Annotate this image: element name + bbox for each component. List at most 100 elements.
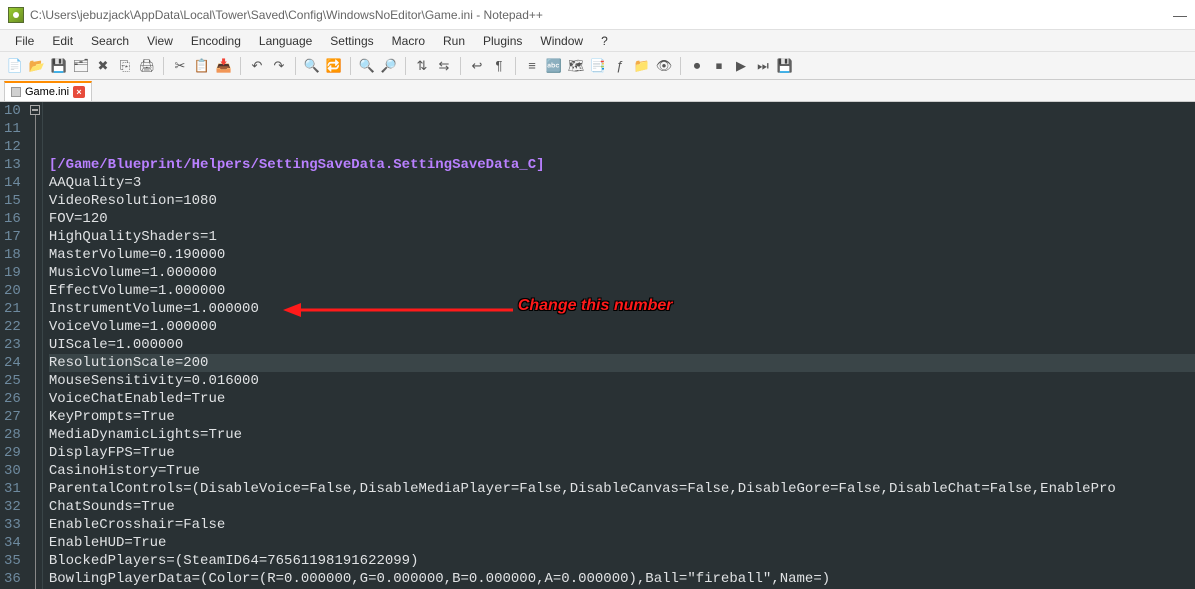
zoom-in-icon[interactable]: 🔍 (358, 57, 376, 75)
menu-window[interactable]: Window (531, 31, 592, 51)
play-icon[interactable]: ▶ (732, 57, 750, 75)
editor[interactable]: 1011121314151617181920212223242526272829… (0, 102, 1195, 589)
line-number: 32 (4, 498, 21, 516)
menu-search[interactable]: Search (82, 31, 138, 51)
toolbar-separator (405, 57, 406, 75)
code-line[interactable]: InstrumentVolume=1.000000 (49, 300, 1195, 318)
menu-plugins[interactable]: Plugins (474, 31, 531, 51)
zoom-out-icon[interactable]: 🔎 (380, 57, 398, 75)
menu-encoding[interactable]: Encoding (182, 31, 250, 51)
ud-lang-icon[interactable]: 🔤 (545, 57, 563, 75)
play-multi-icon[interactable]: ⏭ (754, 57, 772, 75)
menu-settings[interactable]: Settings (321, 31, 382, 51)
doc-list-icon[interactable]: 📑 (589, 57, 607, 75)
line-number: 10 (4, 102, 21, 120)
all-chars-icon[interactable]: ¶ (490, 57, 508, 75)
line-number: 30 (4, 462, 21, 480)
code-area[interactable]: [/Game/Blueprint/Helpers/SettingSaveData… (43, 102, 1195, 589)
file-icon (11, 87, 21, 97)
code-line[interactable]: MouseSensitivity=0.016000 (49, 372, 1195, 390)
open-icon[interactable]: 📂 (28, 57, 46, 75)
line-number: 26 (4, 390, 21, 408)
toolbar-separator (680, 57, 681, 75)
new-icon[interactable]: 📄 (6, 57, 24, 75)
code-line[interactable]: ParentalControls=(DisableVoice=False,Dis… (49, 480, 1195, 498)
doc-map-icon[interactable]: 🗺 (567, 57, 585, 75)
toolbar: 📄📂💾🗂✖⎘🖨✂📋📥↶↷🔍🔁🔍🔎⇅⇆↩¶≡🔤🗺📑ƒ📁👁⏺⏹▶⏭💾 (0, 52, 1195, 80)
menubar: FileEditSearchViewEncodingLanguageSettin… (0, 30, 1195, 52)
code-line[interactable]: HighQualityShaders=1 (49, 228, 1195, 246)
code-line[interactable]: BowlingPlayerData=(Color=(R=0.000000,G=0… (49, 570, 1195, 588)
line-number: 36 (4, 570, 21, 588)
code-line[interactable]: VoiceVolume=1.000000 (49, 318, 1195, 336)
line-number: 16 (4, 210, 21, 228)
menu-macro[interactable]: Macro (383, 31, 434, 51)
toolbar-separator (163, 57, 164, 75)
code-line[interactable]: CasinoHistory=True (49, 462, 1195, 480)
menu-file[interactable]: File (6, 31, 43, 51)
sync-h-icon[interactable]: ⇆ (435, 57, 453, 75)
code-line[interactable]: MasterVolume=0.190000 (49, 246, 1195, 264)
fold-column (29, 102, 43, 589)
fold-line (35, 115, 36, 589)
minimize-button[interactable]: — (1173, 7, 1187, 23)
close-all-icon[interactable]: ⎘ (116, 57, 134, 75)
find-icon[interactable]: 🔍 (303, 57, 321, 75)
code-line[interactable]: MediaDynamicLights=True (49, 426, 1195, 444)
paste-icon[interactable]: 📥 (215, 57, 233, 75)
menu-edit[interactable]: Edit (43, 31, 82, 51)
close-tab-icon[interactable]: × (73, 86, 85, 98)
line-number: 29 (4, 444, 21, 462)
code-line[interactable]: KeyPrompts=True (49, 408, 1195, 426)
save-all-icon[interactable]: 🗂 (72, 57, 90, 75)
toolbar-separator (460, 57, 461, 75)
code-line[interactable]: ResolutionScale=200 (49, 354, 1195, 372)
indent-guide-icon[interactable]: ≡ (523, 57, 541, 75)
menu-run[interactable]: Run (434, 31, 474, 51)
toolbar-separator (295, 57, 296, 75)
wordwrap-icon[interactable]: ↩ (468, 57, 486, 75)
print-icon[interactable]: 🖨 (138, 57, 156, 75)
fold-toggle-icon[interactable] (30, 105, 40, 115)
line-number: 25 (4, 372, 21, 390)
record-icon[interactable]: ⏺ (688, 57, 706, 75)
menu-view[interactable]: View (138, 31, 182, 51)
code-line[interactable]: VideoResolution=1080 (49, 192, 1195, 210)
line-number: 34 (4, 534, 21, 552)
code-line[interactable]: FOV=120 (49, 210, 1195, 228)
tab-label: Game.ini (25, 86, 69, 98)
code-line[interactable]: BlockedPlayers=(SteamID64=76561198191622… (49, 552, 1195, 570)
undo-icon[interactable]: ↶ (248, 57, 266, 75)
func-list-icon[interactable]: ƒ (611, 57, 629, 75)
line-number: 12 (4, 138, 21, 156)
app-icon (8, 7, 24, 23)
code-line[interactable]: UIScale=1.000000 (49, 336, 1195, 354)
menu-language[interactable]: Language (250, 31, 321, 51)
code-line[interactable]: ChatSounds=True (49, 498, 1195, 516)
save-icon[interactable]: 💾 (50, 57, 68, 75)
tab-game-ini[interactable]: Game.ini × (4, 81, 92, 101)
cut-icon[interactable]: ✂ (171, 57, 189, 75)
stop-icon[interactable]: ⏹ (710, 57, 728, 75)
code-line[interactable]: EnableHUD=True (49, 534, 1195, 552)
save-macro-icon[interactable]: 💾 (776, 57, 794, 75)
code-line[interactable]: VoiceChatEnabled=True (49, 390, 1195, 408)
sync-v-icon[interactable]: ⇅ (413, 57, 431, 75)
code-line[interactable]: MusicVolume=1.000000 (49, 264, 1195, 282)
tabbar: Game.ini × (0, 80, 1195, 102)
monitor-icon[interactable]: 👁 (655, 57, 673, 75)
copy-icon[interactable]: 📋 (193, 57, 211, 75)
code-line[interactable]: AAQuality=3 (49, 174, 1195, 192)
menu-[interactable]: ? (592, 31, 617, 51)
line-number: 15 (4, 192, 21, 210)
folder-icon[interactable]: 📁 (633, 57, 651, 75)
close-icon[interactable]: ✖ (94, 57, 112, 75)
code-line[interactable]: DisplayFPS=True (49, 444, 1195, 462)
replace-icon[interactable]: 🔁 (325, 57, 343, 75)
code-line[interactable]: EnableCrosshair=False (49, 516, 1195, 534)
line-number: 18 (4, 246, 21, 264)
code-line[interactable]: [/Game/Blueprint/Helpers/SettingSaveData… (49, 156, 1195, 174)
code-line[interactable]: EffectVolume=1.000000 (49, 282, 1195, 300)
redo-icon[interactable]: ↷ (270, 57, 288, 75)
line-number: 20 (4, 282, 21, 300)
